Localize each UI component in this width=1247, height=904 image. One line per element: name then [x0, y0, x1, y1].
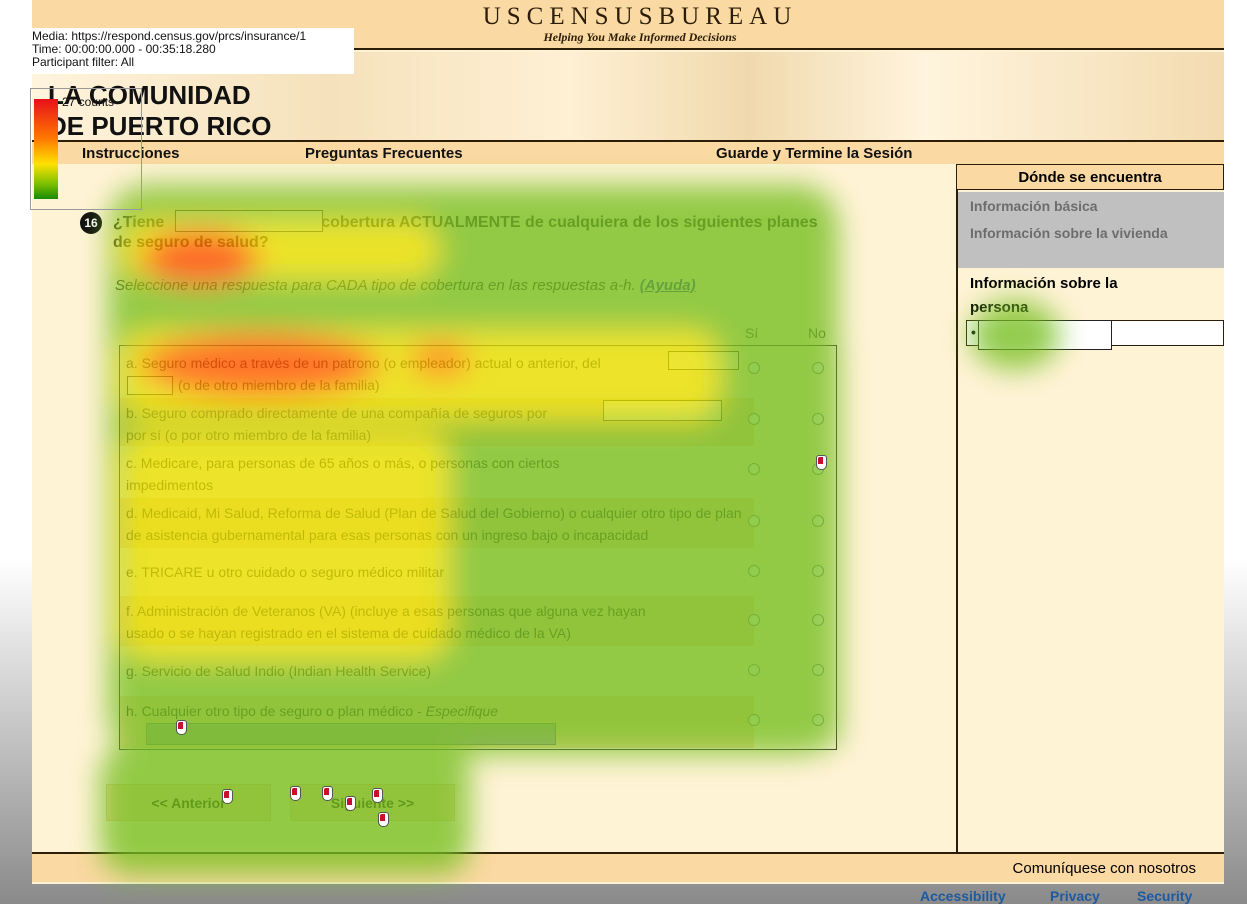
- sidebar-item-person-info: Información sobre la persona: [970, 275, 1118, 316]
- redacted-person-name: [978, 320, 1112, 350]
- radio-e-no[interactable]: [812, 565, 824, 577]
- option-f-line1: f. Administración de Veteranos (VA) (inc…: [126, 603, 646, 619]
- nav-faq-link[interactable]: Preguntas Frecuentes: [305, 145, 463, 162]
- heatmap-legend-scale: [34, 99, 58, 199]
- click-marker: [322, 786, 333, 801]
- overlay-filter: Participant filter: All: [32, 55, 135, 69]
- person-bullet: •: [971, 324, 976, 340]
- nav-bar: [32, 140, 1224, 164]
- option-row-e: e. TRICARE u otro cuidado o seguro médic…: [120, 550, 754, 594]
- option-row-f: f. Administración de Veteranos (VA) (inc…: [120, 596, 754, 646]
- redacted-name-a1: [668, 351, 739, 370]
- question-instruction: Seleccione una respuesta para CADA tipo …: [115, 277, 696, 294]
- sidebar-title: Dónde se encuentra: [956, 164, 1224, 190]
- option-c-line2: impedimentos: [126, 477, 214, 493]
- radio-b-no[interactable]: [812, 413, 824, 425]
- click-marker: [290, 786, 301, 801]
- nav-save-exit-link[interactable]: Guarde y Termine la Sesión: [716, 145, 912, 162]
- click-marker: [372, 788, 383, 803]
- radio-f-yes[interactable]: [748, 614, 760, 626]
- sidebar-item-housing-info[interactable]: Información sobre la vivienda: [958, 220, 1224, 268]
- option-d-line2: de asistencia gubernamental para esas pe…: [126, 527, 649, 543]
- option-h-specify-label: Especifique: [425, 703, 499, 719]
- radio-b-yes[interactable]: [748, 413, 760, 425]
- radio-e-yes[interactable]: [748, 565, 760, 577]
- help-link[interactable]: (Ayuda): [640, 277, 696, 294]
- privacy-link[interactable]: Privacy: [1050, 888, 1100, 904]
- question-number-badge: 16: [80, 212, 102, 234]
- option-b-line2: por sí (o por otro miembro de la familia…: [126, 427, 372, 443]
- census-bureau-logo[interactable]: USCENSUSBUREAU Helping You Make Informed…: [440, 3, 840, 45]
- radio-h-yes[interactable]: [748, 714, 760, 726]
- redacted-name-a2: [127, 376, 173, 395]
- click-marker: [345, 796, 356, 811]
- radio-g-no[interactable]: [812, 664, 824, 676]
- column-header-yes: Sí: [745, 325, 759, 341]
- click-marker: [176, 720, 187, 735]
- radio-h-no[interactable]: [812, 714, 824, 726]
- contact-us-link[interactable]: Comuníquese con nosotros: [1013, 860, 1196, 877]
- previous-button[interactable]: << Anterior: [106, 784, 271, 821]
- option-row-c: c. Medicare, para personas de 65 años o …: [120, 448, 754, 496]
- option-row-a: a. Seguro médico a través de un patrono …: [120, 348, 754, 396]
- radio-d-yes[interactable]: [748, 515, 760, 527]
- radio-a-no[interactable]: [812, 362, 824, 374]
- brand-title: USCENSUSBUREAU: [482, 3, 798, 30]
- option-a-line2: (o de otro miembro de la familia): [178, 377, 380, 393]
- option-row-d: d. Medicaid, Mi Salud, Reforma de Salud …: [120, 498, 754, 548]
- option-row-g: g. Servicio de Salud Indio (Indian Healt…: [120, 648, 754, 694]
- radio-f-no[interactable]: [812, 614, 824, 626]
- click-marker: [378, 812, 389, 827]
- radio-d-no[interactable]: [812, 515, 824, 527]
- radio-c-yes[interactable]: [748, 463, 760, 475]
- option-c-line1: c. Medicare, para personas de 65 años o …: [126, 455, 560, 471]
- option-h-specify-input[interactable]: [146, 723, 556, 745]
- click-marker: [816, 455, 827, 470]
- click-marker: [222, 789, 233, 804]
- sidebar-item-basic-info[interactable]: Información básica: [958, 192, 1224, 221]
- option-f-line2: usado o se hayan registrado en el sistem…: [126, 625, 571, 641]
- option-d-line1: d. Medicaid, Mi Salud, Reforma de Salud …: [126, 505, 742, 521]
- brand-tagline: Helping You Make Informed Decisions: [543, 30, 737, 44]
- column-header-no: No: [808, 325, 826, 341]
- option-h-label: h. Cualquier otro tipo de seguro o plan …: [126, 703, 422, 719]
- option-e-line1: e. TRICARE u otro cuidado o seguro médic…: [126, 564, 444, 580]
- redacted-name-b: [603, 400, 722, 421]
- radio-g-yes[interactable]: [748, 664, 760, 676]
- footer-bar: Comuníquese con nosotros: [32, 852, 1224, 882]
- analysis-info-overlay: Media: https://respond.census.gov/prcs/i…: [28, 28, 354, 74]
- accessibility-link[interactable]: Accessibility: [920, 888, 1006, 904]
- heatmap-legend-label: 27 counts: [62, 95, 115, 109]
- option-g-line1: g. Servicio de Salud Indio (Indian Healt…: [126, 663, 432, 679]
- instruction-text: Seleccione una respuesta para CADA tipo …: [115, 277, 636, 294]
- question-text-start: ¿Tiene: [113, 214, 165, 231]
- redacted-name-question: [175, 210, 323, 232]
- radio-a-yes[interactable]: [748, 362, 760, 374]
- security-link[interactable]: Security: [1137, 888, 1192, 904]
- option-a-line1: a. Seguro médico a través de un patrono …: [126, 355, 601, 371]
